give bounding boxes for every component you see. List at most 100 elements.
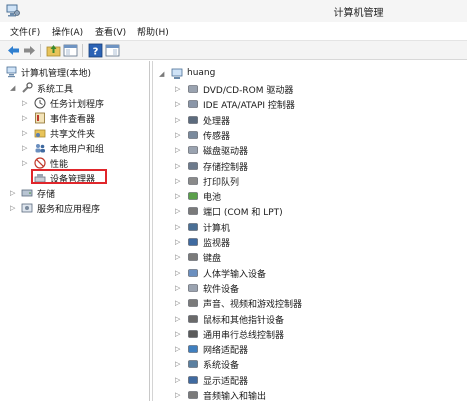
menu-file[interactable]: 文件(F) [10, 25, 40, 38]
device-category-row[interactable]: ▷ 音频输入和输出 [175, 388, 465, 401]
expand-arrow-icon[interactable]: ▷ [22, 143, 30, 153]
expand-arrow-icon[interactable]: ▷ [175, 359, 183, 369]
expand-arrow-icon[interactable]: ▷ [22, 113, 30, 123]
device-category-row[interactable]: ▷ 打印队列 [175, 174, 465, 189]
expand-arrow-icon[interactable]: ▷ [175, 329, 183, 339]
expand-arrow-icon[interactable]: ▷ [175, 130, 183, 140]
tree-root-computer-management[interactable]: 计算机管理(本地) [4, 65, 148, 80]
expand-arrow-icon[interactable]: ▷ [175, 145, 183, 155]
tree-item-services-applications[interactable]: ▷ 服务和应用程序 [10, 201, 148, 216]
device-category-row[interactable]: ▷ 网络适配器 [175, 342, 465, 357]
expand-arrow-icon[interactable]: ▷ [175, 268, 183, 278]
ide-controller-icon [188, 100, 198, 109]
computer-icon [171, 68, 183, 79]
monitor-icon [188, 238, 198, 246]
hid-icon [188, 268, 198, 277]
expand-arrow-icon[interactable]: ▷ [175, 252, 183, 262]
title-bar: 计算机管理 [0, 0, 467, 22]
expand-arrow-icon[interactable]: ▷ [175, 161, 183, 171]
device-category-row[interactable]: ▷ 声音、视频和游戏控制器 [175, 296, 465, 311]
device-category-row[interactable]: ▷ DVD/CD-ROM 驱动器 [175, 82, 465, 97]
expand-arrow-icon[interactable]: ▷ [175, 390, 183, 400]
tree-item-task-scheduler[interactable]: ▷ 任务计划程序 [22, 96, 148, 111]
expand-arrow-icon[interactable]: ▷ [175, 375, 183, 385]
tree-item-local-users-groups[interactable]: ▷ 本地用户和组 [22, 141, 148, 156]
menu-help[interactable]: 帮助(H) [137, 25, 169, 38]
menu-action[interactable]: 操作(A) [52, 25, 83, 38]
storage-controller-icon [188, 161, 198, 170]
expand-arrow-icon[interactable]: ▷ [175, 237, 183, 247]
network-adapter-icon [188, 345, 198, 353]
expand-arrow-icon[interactable]: ▷ [175, 222, 183, 232]
window-title: 计算机管理 [333, 8, 384, 19]
highlight-box [31, 169, 107, 184]
sound-icon [188, 299, 198, 307]
expand-arrow-icon[interactable]: ▷ [175, 298, 183, 308]
menu-view[interactable]: 查看(V) [95, 25, 126, 38]
battery-icon [188, 192, 198, 200]
expand-arrow-icon[interactable]: ▷ [175, 176, 183, 186]
expand-arrow-icon[interactable]: ▷ [175, 84, 183, 94]
clock-icon [34, 97, 46, 109]
device-category-row[interactable]: ▷ 键盘 [175, 250, 465, 265]
device-category-row[interactable]: ▷ 显示适配器 [175, 373, 465, 388]
properties-pane-icon[interactable] [105, 43, 120, 58]
collapse-arrow-icon[interactable]: ◢ [10, 83, 18, 93]
disk-drive-icon [188, 146, 198, 154]
keyboard-icon [188, 253, 198, 262]
expand-arrow-icon[interactable]: ▷ [175, 206, 183, 216]
device-category-row[interactable]: ▷ 通用串行总线控制器 [175, 327, 465, 342]
svg-text:?: ? [93, 47, 99, 58]
collapse-arrow-icon[interactable]: ◢ [159, 69, 167, 79]
help-icon[interactable]: ? [88, 43, 103, 58]
up-folder-icon[interactable] [46, 43, 61, 58]
device-tree-pane: ◢ huang ▷ DVD/CD-ROM 驱动器 ▷ IDE ATA/ATAPI 控制… [152, 61, 467, 401]
device-category-row[interactable]: ▷ 系统设备 [175, 357, 465, 372]
sensor-icon [188, 131, 198, 139]
dvd-drive-icon [188, 85, 198, 93]
forward-arrow-icon[interactable] [22, 43, 37, 58]
expand-arrow-icon[interactable]: ▷ [10, 188, 18, 198]
device-category-row[interactable]: ▷ 传感器 [175, 128, 465, 143]
expand-arrow-icon[interactable]: ▷ [175, 115, 183, 125]
device-category-row[interactable]: ▷ 软件设备 [175, 281, 465, 296]
display-adapter-icon [188, 375, 198, 384]
tree-item-system-tools[interactable]: ◢ 系统工具 [10, 81, 148, 96]
device-category-row[interactable]: ▷ 人体学输入设备 [175, 266, 465, 281]
back-arrow-icon[interactable] [6, 43, 21, 58]
expand-arrow-icon[interactable]: ▷ [175, 99, 183, 109]
device-category-row[interactable]: ▷ 计算机 [175, 220, 465, 235]
menu-bar: 文件(F) 操作(A) 查看(V) 帮助(H) [0, 22, 467, 40]
computer-icon [188, 222, 198, 231]
device-category-row[interactable]: ▷ 磁盘驱动器 [175, 143, 465, 158]
port-icon [188, 207, 198, 216]
expand-arrow-icon[interactable]: ▷ [10, 203, 18, 213]
computer-management-icon [6, 66, 17, 78]
expand-arrow-icon[interactable]: ▷ [175, 283, 183, 293]
processor-icon [188, 115, 198, 124]
show-pane-icon[interactable] [63, 43, 78, 58]
expand-arrow-icon[interactable]: ▷ [22, 158, 30, 168]
tree-item-shared-folders[interactable]: ▷ 共享文件夹 [22, 126, 148, 141]
expand-arrow-icon[interactable]: ▷ [175, 344, 183, 354]
device-category-row[interactable]: ▷ 电池 [175, 189, 465, 204]
software-device-icon [188, 284, 198, 292]
no-entry-icon [34, 157, 46, 169]
device-category-row[interactable]: ▷ 端口 (COM 和 LPT) [175, 204, 465, 219]
expand-arrow-icon[interactable]: ▷ [175, 314, 183, 324]
toolbar: ? [0, 40, 467, 60]
toolbar-separator [82, 44, 83, 57]
device-category-row[interactable]: ▷ 存储控制器 [175, 159, 465, 174]
tree-item-storage[interactable]: ▷ 存储 [10, 186, 148, 201]
expand-arrow-icon[interactable]: ▷ [22, 128, 30, 138]
tools-icon [22, 82, 33, 93]
device-category-row[interactable]: ▷ 监视器 [175, 235, 465, 250]
event-viewer-icon [35, 112, 45, 124]
tree-item-event-viewer[interactable]: ▷ 事件查看器 [22, 111, 148, 126]
device-category-row[interactable]: ▷ 处理器 [175, 113, 465, 128]
device-category-row[interactable]: ▷ IDE ATA/ATAPI 控制器 [175, 97, 465, 112]
expand-arrow-icon[interactable]: ▷ [22, 98, 30, 108]
expand-arrow-icon[interactable]: ▷ [175, 191, 183, 201]
device-category-row[interactable]: ▷ 鼠标和其他指针设备 [175, 312, 465, 327]
device-root[interactable]: ◢ huang [159, 67, 459, 82]
